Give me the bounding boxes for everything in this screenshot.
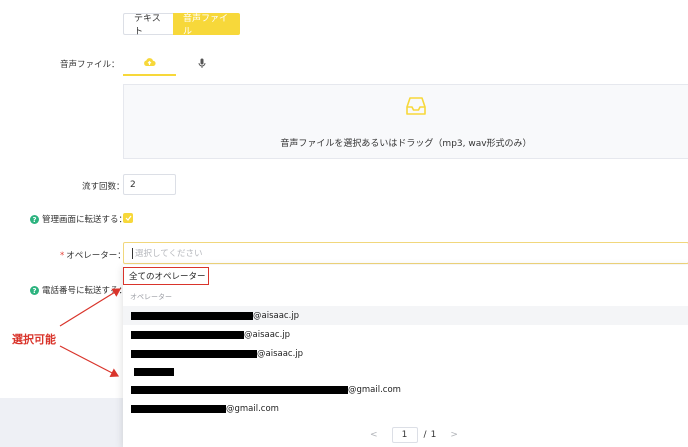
annotation-arrow-down: [59, 345, 120, 377]
annotation-arrow-up: [59, 288, 122, 327]
annotation-arrows: [59, 288, 122, 377]
